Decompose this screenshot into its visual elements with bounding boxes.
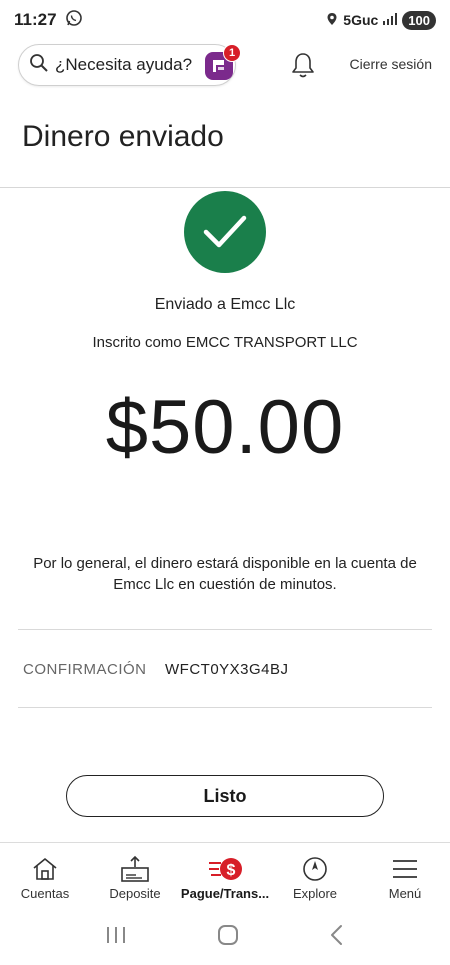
status-left: 11:27 <box>14 9 83 32</box>
divider <box>18 629 432 630</box>
home-button-icon[interactable] <box>217 924 239 951</box>
nav-item-deposite[interactable]: Deposite <box>90 843 180 908</box>
system-nav-bar <box>0 909 450 965</box>
page-title: Dinero enviado <box>22 120 224 153</box>
home-icon <box>31 855 59 883</box>
search-placeholder: ¿Necesita ayuda? <box>55 55 193 74</box>
battery-indicator: 100 <box>402 10 436 30</box>
search-icon <box>29 53 49 78</box>
deposit-check-icon <box>120 855 150 883</box>
network-label: 5Guc <box>343 12 379 28</box>
status-bar: 11:27 5Guc 100 <box>0 0 450 40</box>
notification-badge: 1 <box>223 44 241 62</box>
divider <box>18 707 432 708</box>
availability-notice: Por lo general, el dinero estará disponi… <box>33 555 417 593</box>
bottom-nav: Cuentas Deposite $ Pague/Trans... Explor… <box>0 842 450 908</box>
signal-icon <box>383 12 398 28</box>
nav-label: Deposite <box>109 886 161 901</box>
title-divider <box>0 187 450 188</box>
nav-item-explore[interactable]: Explore <box>270 843 360 908</box>
location-icon <box>326 12 338 29</box>
amount-sent: $50.00 <box>105 385 345 470</box>
nav-label: Explore <box>292 886 338 901</box>
compass-icon <box>301 855 329 883</box>
done-button[interactable]: Listo <box>66 775 384 817</box>
nav-item-pague-transfiera[interactable]: $ Pague/Trans... <box>180 843 270 908</box>
nav-label: Pague/Trans... <box>180 886 270 901</box>
bell-icon[interactable] <box>290 51 316 79</box>
hamburger-icon <box>391 855 419 883</box>
recent-apps-icon[interactable] <box>105 925 127 950</box>
success-check-icon <box>184 191 266 273</box>
help-search[interactable]: ¿Necesita ayuda? 1 <box>18 44 241 86</box>
nav-label: Cuentas <box>20 886 70 901</box>
nav-item-menu[interactable]: Menú <box>360 843 450 908</box>
recipient-text: Enviado a Emcc Llc <box>154 296 296 313</box>
confirmation-code: WFCT0YX3G4BJ <box>165 661 289 678</box>
nav-label: Menú <box>388 886 422 901</box>
fargo-assistant-icon[interactable]: 1 <box>205 44 241 80</box>
status-time: 11:27 <box>14 10 57 29</box>
nav-item-cuentas[interactable]: Cuentas <box>0 843 90 908</box>
pay-transfer-icon: $ <box>207 855 243 883</box>
status-right: 5Guc 100 <box>326 10 436 30</box>
confirmation-label: CONFIRMACIÓN <box>23 661 147 678</box>
back-icon[interactable] <box>329 924 345 951</box>
top-bar: ¿Necesita ayuda? 1 Cierre sesión <box>0 42 450 88</box>
svg-text:$: $ <box>227 862 236 879</box>
whatsapp-icon <box>65 9 83 32</box>
logout-link[interactable]: Cierre sesión <box>350 56 432 72</box>
enrolled-name-text: Inscrito como EMCC TRANSPORT LLC <box>92 334 358 351</box>
